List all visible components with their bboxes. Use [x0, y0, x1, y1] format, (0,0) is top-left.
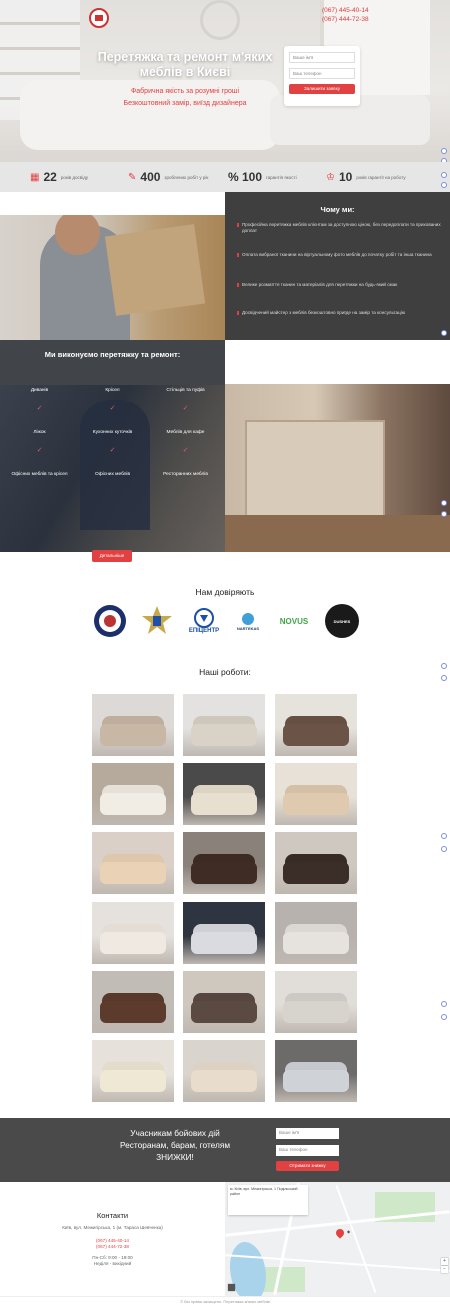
street-view-icon[interactable] [228, 1284, 235, 1291]
phone-1[interactable]: (067) 445-40-14 [322, 6, 369, 15]
work-photo[interactable] [183, 763, 265, 825]
work-photo[interactable] [275, 694, 357, 756]
work-photo[interactable] [275, 763, 357, 825]
side-widget-icon[interactable] [441, 846, 447, 852]
phone-2[interactable]: (067) 444-72-38 [322, 15, 369, 24]
work-photo[interactable] [92, 902, 174, 964]
work-photo[interactable] [183, 1040, 265, 1102]
side-widget-icon[interactable] [441, 182, 447, 188]
check-icon: ✓ [109, 405, 116, 412]
service-item: Ресторанних меблів [163, 472, 208, 477]
side-widget-icon[interactable] [441, 172, 447, 178]
stat-quality: % 100 гарантія якості [228, 170, 297, 184]
worker-photo [0, 215, 225, 340]
work-photo[interactable] [275, 902, 357, 964]
service-item: Крісел [105, 388, 120, 393]
check-icon: ✓ [36, 405, 43, 412]
stat-warranty: ♔ 10 років гарантії на роботу [326, 170, 406, 184]
contact-address: Київ, вул. Межигірська, 1 (м. Тараса Шев… [62, 1225, 163, 1230]
service-item: Офісних меблів та крісел [11, 472, 68, 477]
company-logo[interactable] [89, 8, 109, 28]
service-item: Меблів для кафе [166, 430, 205, 435]
submit-button[interactable]: Залишити заявку [289, 84, 355, 94]
side-widget-icon[interactable] [441, 330, 447, 336]
stat-works: ✎ 400 зроблених робіт у рік [128, 170, 209, 184]
services-details-button[interactable]: Детальніше [92, 550, 132, 562]
trophy-icon: ♔ [326, 171, 335, 183]
why-item: Досвідчений майстер з меблів безкоштовно… [237, 310, 442, 316]
dushes-logo: DUSHES [325, 604, 359, 638]
work-photo[interactable] [275, 832, 357, 894]
service-item: Офісних меблів [94, 472, 131, 477]
service-item: Стільців та пуфів [166, 388, 205, 393]
map-pin-icon[interactable] [334, 1227, 346, 1239]
contacts-title: Контакти [96, 1211, 129, 1220]
work-photo[interactable] [183, 832, 265, 894]
zoom-out-icon[interactable]: − [441, 1266, 448, 1273]
sofa-repair-photo [225, 340, 450, 552]
hero-section [0, 0, 450, 162]
work-photo[interactable] [183, 902, 265, 964]
work-photo[interactable] [92, 971, 174, 1033]
services-title: Ми виконуємо перетяжку та ремонт: [44, 350, 181, 359]
promo-name-input[interactable]: Ваше ім'я [276, 1128, 339, 1139]
check-icon: ✓ [182, 447, 189, 454]
trust-title: Нам довіряють [195, 587, 255, 597]
hero-title: Перетяжка та ремонт м'яких меблів в Києв… [97, 50, 273, 79]
stats-bar: ▦ 22 років досвіду ✎ 400 зроблених робіт… [0, 162, 450, 192]
phone-input[interactable]: Ваш телефон [289, 68, 355, 79]
why-us-title: Чому ми: [320, 205, 355, 214]
wrench-icon: ✎ [128, 171, 137, 183]
service-item: Ліжок [33, 430, 46, 435]
why-item: Велике розмаїття тканин та матеріалів дл… [237, 282, 442, 288]
side-widget-icon[interactable] [441, 1014, 447, 1020]
map-info-card[interactable]: м. Київ, вул. Межигірська, 1 Подільський… [228, 1185, 308, 1215]
side-widget-icon[interactable] [441, 663, 447, 669]
embassy-seal-logo [93, 604, 127, 638]
work-photo[interactable] [92, 1040, 174, 1102]
why-item: Професійна перетяжка меблів клієнтам за … [237, 222, 442, 234]
side-widget-icon[interactable] [441, 675, 447, 681]
contact-hours: Пн-Сб: 9:00 - 19:00 [92, 1255, 133, 1260]
side-widget-icon[interactable] [441, 500, 447, 506]
promo-text: Учасникам бойових дій Ресторанам, барам,… [119, 1128, 231, 1162]
contact-phone-2[interactable]: (067) 444-72-38 [0, 1244, 225, 1249]
name-input[interactable]: Ваше ім'я [289, 52, 355, 63]
contact-phone-1[interactable]: (067) 445-40-14 [0, 1238, 225, 1243]
service-item: Кухонних куточків [92, 430, 133, 435]
work-photo[interactable] [275, 971, 357, 1033]
work-photo[interactable] [183, 971, 265, 1033]
callback-form: Ваше ім'я Ваш телефон Залишити заявку [284, 46, 360, 106]
header-phones[interactable]: (067) 445-40-14 (067) 444-72-38 [322, 6, 369, 24]
novus-logo: NOVUS [279, 616, 309, 626]
side-widget-icon[interactable] [441, 1001, 447, 1007]
side-widget-icon[interactable] [441, 148, 447, 154]
side-widget-icon[interactable] [441, 833, 447, 839]
work-photo[interactable] [183, 694, 265, 756]
hero-offer: Фабрична якість за розумні гроші Безкошт… [123, 88, 247, 107]
footer-text: © Всі права захищено. Перетяжка м'яких м… [180, 1299, 270, 1304]
why-us-panel [225, 192, 450, 340]
why-item: Оплата вибраної тканини на віртуальному … [237, 252, 442, 258]
contact-hours: Неділя - вихідний [93, 1261, 132, 1266]
police-badge-logo [140, 604, 174, 638]
nartekas-logo: NARTEKAS [230, 604, 266, 638]
works-title: Наші роботи: [199, 667, 251, 677]
work-photo[interactable] [92, 763, 174, 825]
work-photo[interactable] [92, 832, 174, 894]
zoom-in-icon[interactable]: + [441, 1258, 448, 1265]
work-photo[interactable] [275, 1040, 357, 1102]
promo-phone-input[interactable]: Ваш телефон [276, 1145, 339, 1156]
work-photo[interactable] [92, 694, 174, 756]
calendar-icon: ▦ [30, 171, 40, 183]
promo-submit-button[interactable]: Отримати знижку [276, 1161, 339, 1171]
check-icon: ✓ [109, 447, 116, 454]
epicentr-logo: ЕПІЦЕНТР [184, 604, 224, 638]
side-widget-icon[interactable] [441, 511, 447, 517]
check-icon: ✓ [182, 405, 189, 412]
service-item: Диванів [30, 388, 49, 393]
check-icon: ✓ [36, 447, 43, 454]
stat-years: ▦ 22 років досвіду [30, 170, 89, 184]
